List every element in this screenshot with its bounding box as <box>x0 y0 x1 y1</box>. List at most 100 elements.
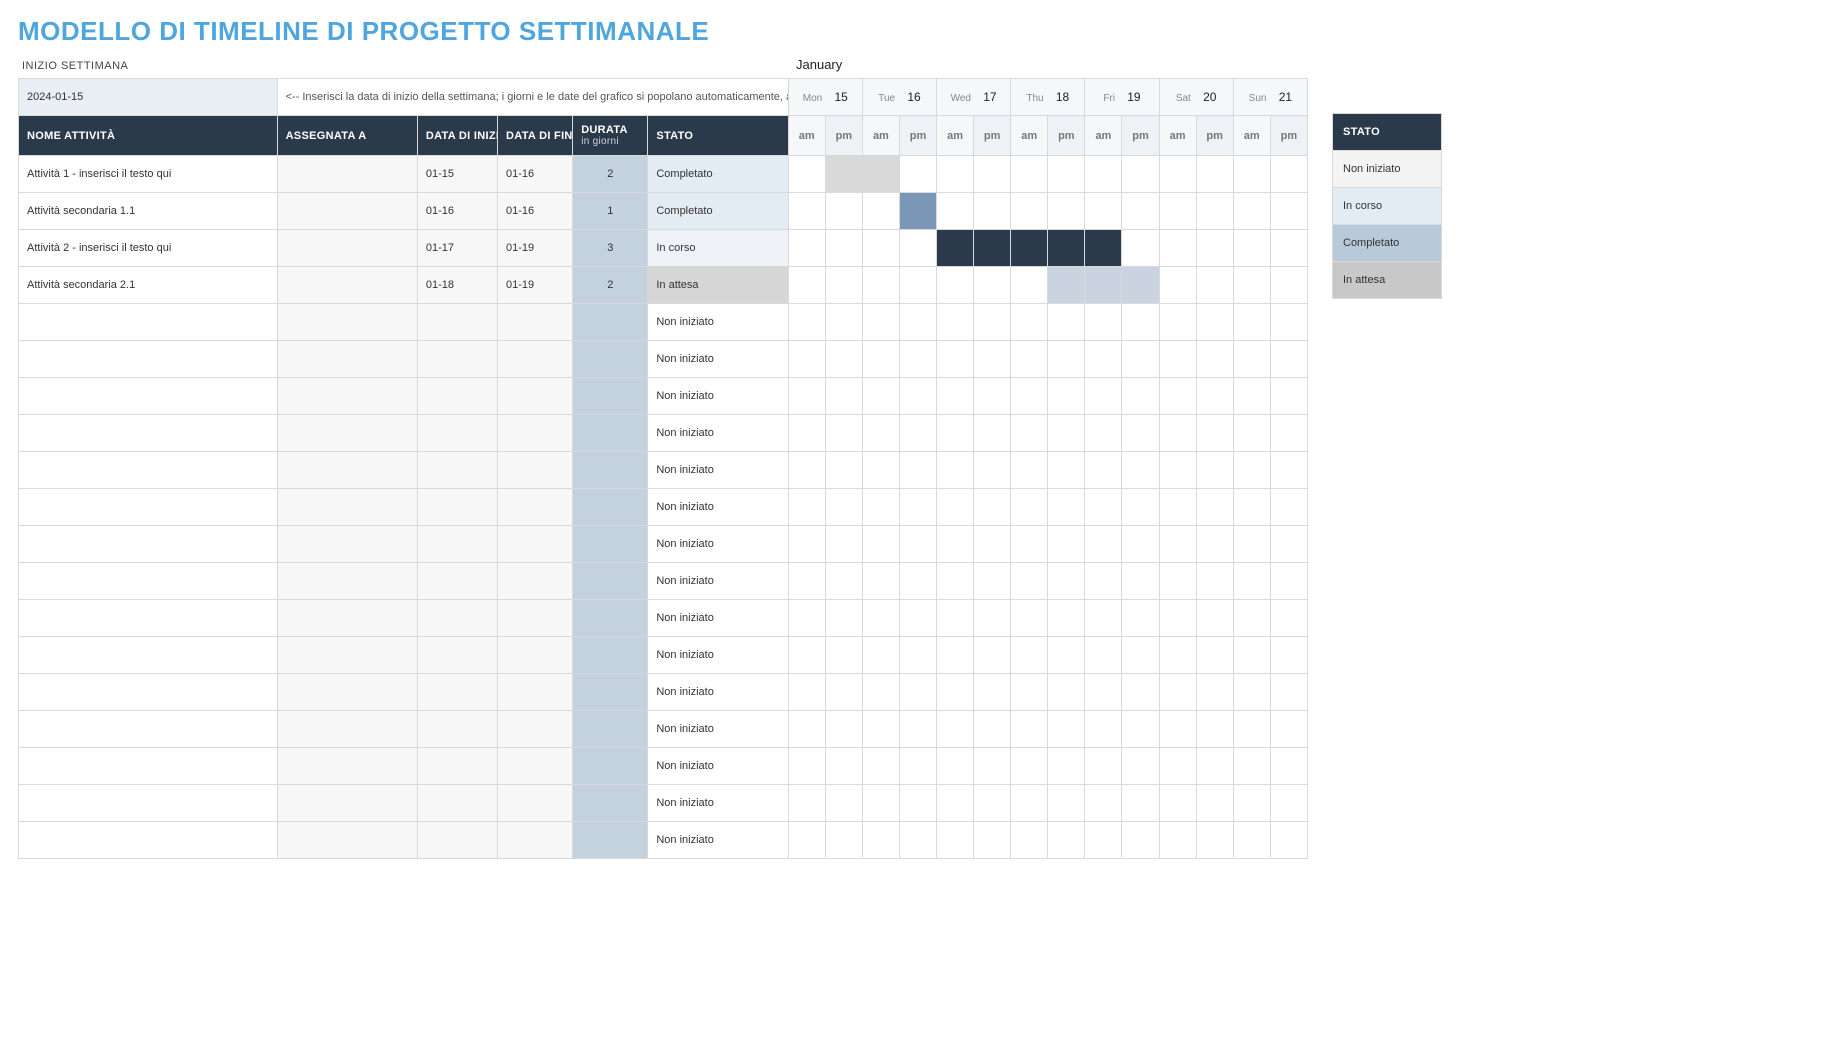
task-name-cell[interactable] <box>19 822 278 859</box>
day-header: Sat 20 <box>1159 79 1233 116</box>
task-name-cell[interactable]: Attività secondaria 2.1 <box>19 267 278 304</box>
task-start-cell[interactable] <box>417 378 497 415</box>
task-end-cell[interactable] <box>498 748 573 785</box>
task-name-cell[interactable]: Attività secondaria 1.1 <box>19 193 278 230</box>
task-status-cell[interactable]: Non iniziato <box>648 526 788 563</box>
task-assigned-cell[interactable] <box>277 526 417 563</box>
task-assigned-cell[interactable] <box>277 378 417 415</box>
task-name-cell[interactable]: Attività 1 - inserisci il testo qui <box>19 156 278 193</box>
task-assigned-cell[interactable] <box>277 674 417 711</box>
task-status-cell[interactable]: Non iniziato <box>648 748 788 785</box>
task-assigned-cell[interactable] <box>277 341 417 378</box>
task-status-cell[interactable]: Non iniziato <box>648 822 788 859</box>
week-start-input[interactable]: 2024-01-15 <box>19 79 278 116</box>
task-name-cell[interactable] <box>19 600 278 637</box>
task-assigned-cell[interactable] <box>277 415 417 452</box>
task-name-cell[interactable]: Attività 2 - inserisci il testo qui <box>19 230 278 267</box>
task-end-cell[interactable] <box>498 378 573 415</box>
task-assigned-cell[interactable] <box>277 304 417 341</box>
task-start-cell[interactable] <box>417 489 497 526</box>
task-assigned-cell[interactable] <box>277 563 417 600</box>
gantt-cell <box>1159 785 1196 822</box>
task-name-cell[interactable] <box>19 563 278 600</box>
gantt-cell <box>1233 785 1270 822</box>
task-status-cell[interactable]: Non iniziato <box>648 304 788 341</box>
task-start-cell[interactable]: 01-18 <box>417 267 497 304</box>
task-start-cell[interactable] <box>417 822 497 859</box>
task-start-cell[interactable] <box>417 341 497 378</box>
task-status-cell[interactable]: In corso <box>648 230 788 267</box>
task-name-cell[interactable] <box>19 378 278 415</box>
task-start-cell[interactable] <box>417 304 497 341</box>
task-end-cell[interactable]: 01-19 <box>498 230 573 267</box>
task-end-cell[interactable] <box>498 415 573 452</box>
task-start-cell[interactable] <box>417 748 497 785</box>
task-name-cell[interactable] <box>19 304 278 341</box>
task-status-cell[interactable]: Non iniziato <box>648 711 788 748</box>
task-name-cell[interactable] <box>19 674 278 711</box>
task-name-cell[interactable] <box>19 489 278 526</box>
task-end-cell[interactable] <box>498 637 573 674</box>
task-status-cell[interactable]: Non iniziato <box>648 341 788 378</box>
task-end-cell[interactable] <box>498 563 573 600</box>
task-start-cell[interactable]: 01-16 <box>417 193 497 230</box>
task-status-cell[interactable]: Completato <box>648 156 788 193</box>
task-end-cell[interactable] <box>498 526 573 563</box>
task-end-cell[interactable] <box>498 600 573 637</box>
task-name-cell[interactable] <box>19 637 278 674</box>
task-start-cell[interactable]: 01-17 <box>417 230 497 267</box>
task-status-cell[interactable]: Non iniziato <box>648 489 788 526</box>
task-start-cell[interactable] <box>417 711 497 748</box>
task-status-cell[interactable]: Non iniziato <box>648 378 788 415</box>
task-status-cell[interactable]: Non iniziato <box>648 785 788 822</box>
task-name-cell[interactable] <box>19 748 278 785</box>
task-end-cell[interactable] <box>498 822 573 859</box>
task-assigned-cell[interactable] <box>277 193 417 230</box>
task-start-cell[interactable] <box>417 785 497 822</box>
task-end-cell[interactable] <box>498 452 573 489</box>
task-end-cell[interactable] <box>498 341 573 378</box>
task-status-cell[interactable]: Non iniziato <box>648 600 788 637</box>
task-start-cell[interactable] <box>417 415 497 452</box>
task-assigned-cell[interactable] <box>277 600 417 637</box>
task-end-cell[interactable] <box>498 489 573 526</box>
task-start-cell[interactable]: 01-15 <box>417 156 497 193</box>
task-status-cell[interactable]: In attesa <box>648 267 788 304</box>
task-start-cell[interactable] <box>417 452 497 489</box>
task-end-cell[interactable]: 01-16 <box>498 156 573 193</box>
task-status-cell[interactable]: Non iniziato <box>648 452 788 489</box>
gantt-cell <box>899 193 936 230</box>
task-start-cell[interactable] <box>417 637 497 674</box>
task-end-cell[interactable] <box>498 304 573 341</box>
task-assigned-cell[interactable] <box>277 748 417 785</box>
task-assigned-cell[interactable] <box>277 156 417 193</box>
task-name-cell[interactable] <box>19 526 278 563</box>
task-end-cell[interactable] <box>498 674 573 711</box>
task-start-cell[interactable] <box>417 526 497 563</box>
task-status-cell[interactable]: Completato <box>648 193 788 230</box>
task-assigned-cell[interactable] <box>277 230 417 267</box>
task-end-cell[interactable]: 01-16 <box>498 193 573 230</box>
task-name-cell[interactable] <box>19 711 278 748</box>
task-status-cell[interactable]: Non iniziato <box>648 563 788 600</box>
task-start-cell[interactable] <box>417 563 497 600</box>
task-end-cell[interactable] <box>498 711 573 748</box>
task-name-cell[interactable] <box>19 341 278 378</box>
task-assigned-cell[interactable] <box>277 785 417 822</box>
task-status-cell[interactable]: Non iniziato <box>648 637 788 674</box>
task-assigned-cell[interactable] <box>277 637 417 674</box>
task-start-cell[interactable] <box>417 600 497 637</box>
task-assigned-cell[interactable] <box>277 822 417 859</box>
task-name-cell[interactable] <box>19 452 278 489</box>
task-status-cell[interactable]: Non iniziato <box>648 674 788 711</box>
task-assigned-cell[interactable] <box>277 267 417 304</box>
task-assigned-cell[interactable] <box>277 452 417 489</box>
task-end-cell[interactable] <box>498 785 573 822</box>
task-name-cell[interactable] <box>19 415 278 452</box>
task-assigned-cell[interactable] <box>277 711 417 748</box>
task-assigned-cell[interactable] <box>277 489 417 526</box>
task-start-cell[interactable] <box>417 674 497 711</box>
task-name-cell[interactable] <box>19 785 278 822</box>
task-status-cell[interactable]: Non iniziato <box>648 415 788 452</box>
task-end-cell[interactable]: 01-19 <box>498 267 573 304</box>
